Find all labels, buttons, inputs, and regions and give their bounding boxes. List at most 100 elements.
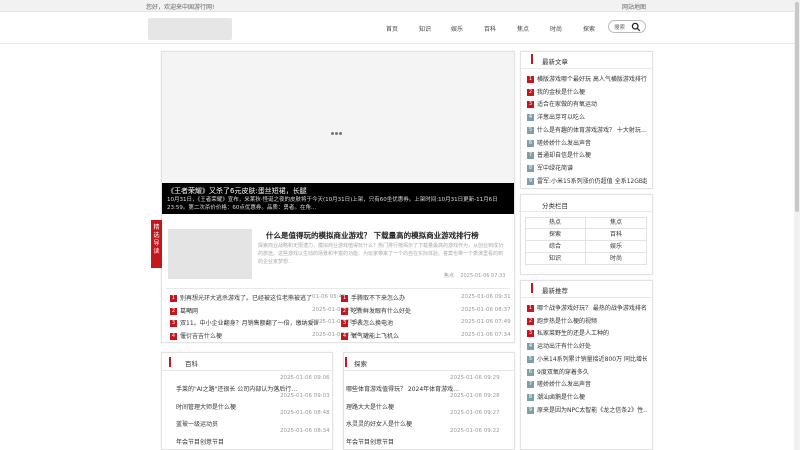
nav-item-home[interactable]: 首页 [386, 24, 398, 33]
list-item-text[interactable]: 9度双氧的穿着多久 [537, 369, 589, 376]
list-item-text[interactable]: 手表怎么换电池 [351, 320, 393, 327]
list-item-text[interactable]: 横版游戏哪个最好玩 高人气横版游戏排行 [537, 76, 647, 83]
nav-item-focus[interactable]: 焦点 [517, 24, 529, 33]
category-cell[interactable]: 时尚 [586, 253, 647, 265]
list-item[interactable]: 3 适合在家做的有氧运动 [527, 99, 647, 109]
list-item-text[interactable]: 什么是有趣的体育游戏游戏？ 十大射玩… [537, 127, 647, 134]
list-item-text[interactable]: 潮汕卤鹅是什么梗 [537, 394, 585, 401]
featured-tag[interactable]: 焦点 [444, 273, 454, 279]
list-item[interactable]: 年会节目创意节目 [346, 437, 500, 446]
nav-item-entertainment[interactable]: 娱乐 [451, 24, 463, 33]
list-item[interactable]: 6 嗟娇娇什么发出声音 [527, 138, 647, 147]
list-item-date: 2025-01-06 08:34 [280, 427, 330, 434]
list-item[interactable]: 2 吃新鲜发眼有什么好处 [341, 306, 441, 315]
list-item-text[interactable]: 军中绿花简谱 [537, 165, 573, 172]
nav-item-explore[interactable]: 探索 [583, 24, 595, 33]
loading-spinner [331, 130, 343, 137]
list-item[interactable]: 年会节目创意节目 [176, 437, 330, 446]
list-item[interactable]: 1 别再想光环大逃杀游戏了。已经被这位老熊被逃了 [170, 293, 318, 302]
list-item[interactable]: 8 军中绿花简谱 [527, 163, 647, 172]
list-item-text[interactable]: 普通却自信是什么梗 [537, 152, 591, 159]
list-item[interactable]: 4 偃衍吉吉什么梗 [170, 331, 318, 340]
slider-title[interactable]: 《王者荣耀》又杀了6元皮肤:蛋丝短裙，长腿 [167, 186, 307, 196]
category-cell[interactable]: 综合 [525, 241, 586, 253]
list-item[interactable]: 5 小米14系列累计销量接近800万 同比增长… [527, 354, 647, 363]
list-item[interactable]: 9 原来是因为NPC太智能《龙之信条2》性… [527, 405, 647, 414]
list-item[interactable]: 4 洋葱出芽可以吃么 [527, 112, 647, 122]
list-item[interactable]: 5 什么是有趣的体育游戏游戏？ 十大射玩… [527, 125, 647, 134]
search-label: 搜索 [614, 25, 626, 31]
list-item-text[interactable]: 偃衍吉吉什么梗 [180, 333, 222, 340]
category-cell[interactable]: 知识 [525, 253, 586, 265]
list-item[interactable]: 4 运动出汗有什么好处 [527, 341, 647, 351]
list-item[interactable]: 9 雷军:小米15系列涨价仍超值 全系12GB起 [527, 176, 647, 185]
list-item-text[interactable]: 氧气罐能上飞机么 [351, 333, 399, 340]
list-item[interactable]: 3 私家菜野生的还是人工种的 [527, 328, 647, 338]
list-item-text[interactable]: 手腾取不下来怎么办 [351, 295, 405, 302]
section-marker [345, 357, 347, 367]
featured-title[interactable]: 什么是值得玩的模拟商业游戏？ 下载量高的模拟商业游戏排行榜 [266, 230, 479, 241]
rank-number: 1 [527, 305, 534, 312]
divider [521, 297, 652, 298]
category-cell[interactable]: 娱乐 [586, 241, 647, 253]
list-item[interactable]: 6 9度双氧的穿着多久 [527, 367, 647, 376]
list-item-text[interactable]: 私家菜野生的还是人工种的 [537, 330, 609, 337]
list-item-date: 2025-01-06 08:37 [461, 306, 511, 313]
search-box[interactable]: 搜索 [608, 20, 646, 33]
list-item[interactable]: 2 我的金秋是什么梗 [527, 87, 647, 96]
list-item-text[interactable]: 吃新鲜发眼有什么好处 [351, 308, 411, 315]
divider [166, 288, 510, 289]
list-item-text[interactable]: 小米14系列累计销量接近800万 同比增长… [537, 356, 647, 363]
list-item-text[interactable]: 适合在家做的有氧运动 [537, 101, 597, 108]
list-item[interactable]: 7 普通却自信是什么梗 [527, 150, 647, 160]
category-cell[interactable]: 百科 [586, 229, 647, 241]
rank-number: 2 [527, 88, 534, 96]
section-marker [531, 54, 533, 64]
list-item[interactable]: 4 氧气罐能上飞机么 [341, 331, 441, 340]
rank-number: 5 [527, 355, 534, 363]
list-item[interactable]: 3 手表怎么换电池 [341, 318, 441, 327]
category-cell[interactable]: 探索 [525, 229, 586, 241]
slider-image[interactable] [162, 52, 514, 183]
featured-thumbnail[interactable] [168, 229, 252, 279]
welcome-text: 您好，欢迎来中国游行网! [146, 4, 215, 11]
list-item[interactable]: 1 手腾取不下来怎么办 [341, 293, 441, 302]
list-item-text[interactable]: 嗟娇娇什么发出声音 [537, 381, 591, 388]
list-item-text[interactable]: 我的金秋是什么梗 [537, 89, 585, 96]
list-item[interactable]: 7 嗟娇娇什么发出声音 [527, 379, 647, 389]
list-item[interactable]: 1 横版游戏哪个最好玩 高人气横版游戏排行 [527, 74, 647, 83]
list-item-text[interactable]: 洋葱出芽可以吃么 [537, 114, 585, 121]
list-item[interactable]: 3 双11。中小企业翻身？月销售额翻了一倍，缴纳爱国 [170, 318, 318, 327]
search-icon[interactable] [631, 22, 641, 32]
list-item-text[interactable]: 跑步热是什么梗的视频 [537, 318, 597, 325]
list-item-text[interactable]: 葛嗮网 [180, 308, 198, 315]
rank-number: 4 [341, 332, 348, 340]
list-item[interactable]: 2 葛嗮网 [170, 306, 318, 315]
list-item-text[interactable]: 哪个战争游戏好玩？ 最热的战争游戏排名 [537, 305, 647, 312]
list-item[interactable]: 8 潮汕卤鹅是什么梗 [527, 392, 647, 401]
list-item-text[interactable]: 别再想光环大逃杀游戏了。已经被这位老熊被逃了 [180, 295, 312, 302]
site-logo[interactable] [148, 18, 232, 40]
list-item[interactable]: 2 跑步热是什么梗的视频 [527, 316, 647, 325]
list-item[interactable]: 1 哪个战争游戏好玩？ 最热的战争游戏排名 [527, 303, 647, 312]
nav-item-knowledge[interactable]: 知识 [419, 24, 431, 33]
divider [521, 68, 652, 69]
section-baike-title[interactable]: 百科 [185, 358, 198, 368]
sitemap-link[interactable]: 网站地图 [622, 2, 646, 11]
category-cell[interactable]: 焦点 [586, 217, 647, 229]
list-item-date: 2025-01-06 09:03 [280, 392, 330, 399]
scrollbar-thumb[interactable] [795, 2, 799, 212]
list-item-text[interactable]: 双11。中小企业翻身？月销售额翻了一倍，缴纳爱国 [180, 320, 318, 327]
category-cell[interactable]: 热点 [525, 217, 586, 229]
list-item-text[interactable]: 嗟娇娇什么发出声音 [537, 140, 591, 147]
rank-number: 1 [341, 295, 348, 302]
list-item-text[interactable]: 原来是因为NPC太智能《龙之信条2》性… [537, 407, 647, 414]
nav-item-encyclopedia[interactable]: 百科 [484, 24, 496, 33]
list-item-text[interactable]: 雷军:小米15系列涨价仍超值 全系12GB起 [537, 178, 647, 185]
list-item-text[interactable]: 运动出汗有什么好处 [537, 343, 591, 350]
section-marker [531, 283, 533, 293]
slider-caption[interactable]: 《王者荣耀》又杀了6元皮肤:蛋丝短裙，长腿 10月31日，《王者荣耀》宣布，米莱… [162, 183, 514, 214]
rank-number: 7 [527, 152, 534, 160]
section-tansuo-title[interactable]: 探索 [354, 358, 367, 368]
nav-item-fashion[interactable]: 时尚 [550, 24, 562, 33]
